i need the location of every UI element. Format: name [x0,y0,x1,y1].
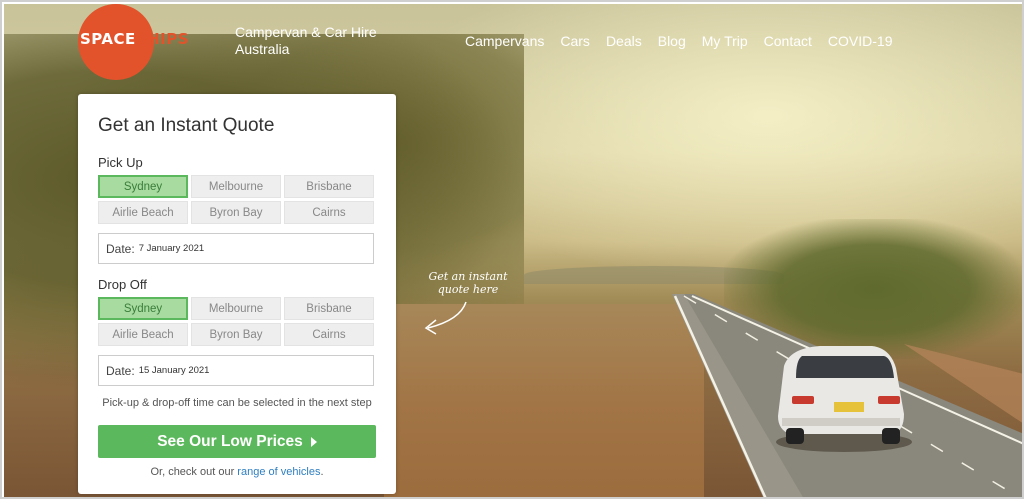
pickup-city-brisbane[interactable]: Brisbane [284,175,374,198]
nav-deals[interactable]: Deals [606,33,642,49]
dropoff-date-value: 15 January 2021 [138,365,210,376]
quote-title: Get an Instant Quote [98,115,275,136]
dropoff-city-brisbane[interactable]: Brisbane [284,297,374,320]
nav-my-trip[interactable]: My Trip [702,33,748,49]
pickup-date-field[interactable]: Date: 7 January 2021 [98,233,374,264]
nav-covid-19[interactable]: COVID-19 [828,33,893,49]
nav-cars[interactable]: Cars [560,33,590,49]
pickup-city-melbourne[interactable]: Melbourne [191,175,281,198]
pickup-city-sydney[interactable]: Sydney [98,175,188,198]
nav-blog[interactable]: Blog [658,33,686,49]
logo-text-part2: SHIPS [135,30,190,48]
pickup-date-value: 7 January 2021 [138,243,205,254]
dropoff-city-grid: Sydney Melbourne Brisbane Airlie Beach B… [98,297,375,346]
cta-label: See Our Low Prices [157,432,303,450]
white-campervan [776,346,912,452]
nav-contact[interactable]: Contact [764,33,812,49]
site-tagline: Campervan & Car Hire Australia [235,24,377,57]
pickup-label: Pick Up [98,155,143,170]
pickup-city-cairns[interactable]: Cairns [284,201,374,224]
spaceships-logo[interactable]: SPACESHIPS [80,30,220,52]
dropoff-city-sydney[interactable]: Sydney [98,297,188,320]
caret-right-icon [310,436,317,447]
dropoff-city-melbourne[interactable]: Melbourne [191,297,281,320]
pickup-city-grid: Sydney Melbourne Brisbane Airlie Beach B… [98,175,375,224]
time-selection-note: Pick-up & drop-off time can be selected … [102,397,372,409]
main-nav: Campervans Cars Deals Blog My Trip Conta… [465,33,892,49]
pickup-date-label: Date: [106,241,135,256]
callout-line2: quote here [437,283,499,296]
callout-line1: Get an instant [428,270,508,283]
footer-suffix: . [320,466,324,478]
dropoff-date-label: Date: [106,363,135,378]
hand-drawn-arrow-icon [424,301,467,335]
dropoff-label: Drop Off [98,277,147,292]
dropoff-city-cairns[interactable]: Cairns [284,323,374,346]
page-frame: SPACESHIPS Campervan & Car Hire Australi… [0,0,1024,499]
see-low-prices-button[interactable]: See Our Low Prices [98,425,376,458]
range-of-vehicles-link[interactable]: range of vehicles [237,466,320,478]
footer-prefix: Or, check out our [150,466,235,478]
dropoff-date-field[interactable]: Date: 15 January 2021 [98,355,374,386]
pickup-city-airlie-beach[interactable]: Airlie Beach [98,201,188,224]
instant-quote-callout: Get an instant quote here [408,270,528,296]
vehicles-footer-text: Or, check out our range of vehicles. [78,466,396,478]
instant-quote-panel: Get an Instant Quote Pick Up Sydney Melb… [78,94,396,494]
pickup-city-byron-bay[interactable]: Byron Bay [191,201,281,224]
dropoff-city-byron-bay[interactable]: Byron Bay [191,323,281,346]
nav-campervans[interactable]: Campervans [465,33,544,49]
dropoff-city-airlie-beach[interactable]: Airlie Beach [98,323,188,346]
logo-text-part1: SPACE [80,30,136,48]
